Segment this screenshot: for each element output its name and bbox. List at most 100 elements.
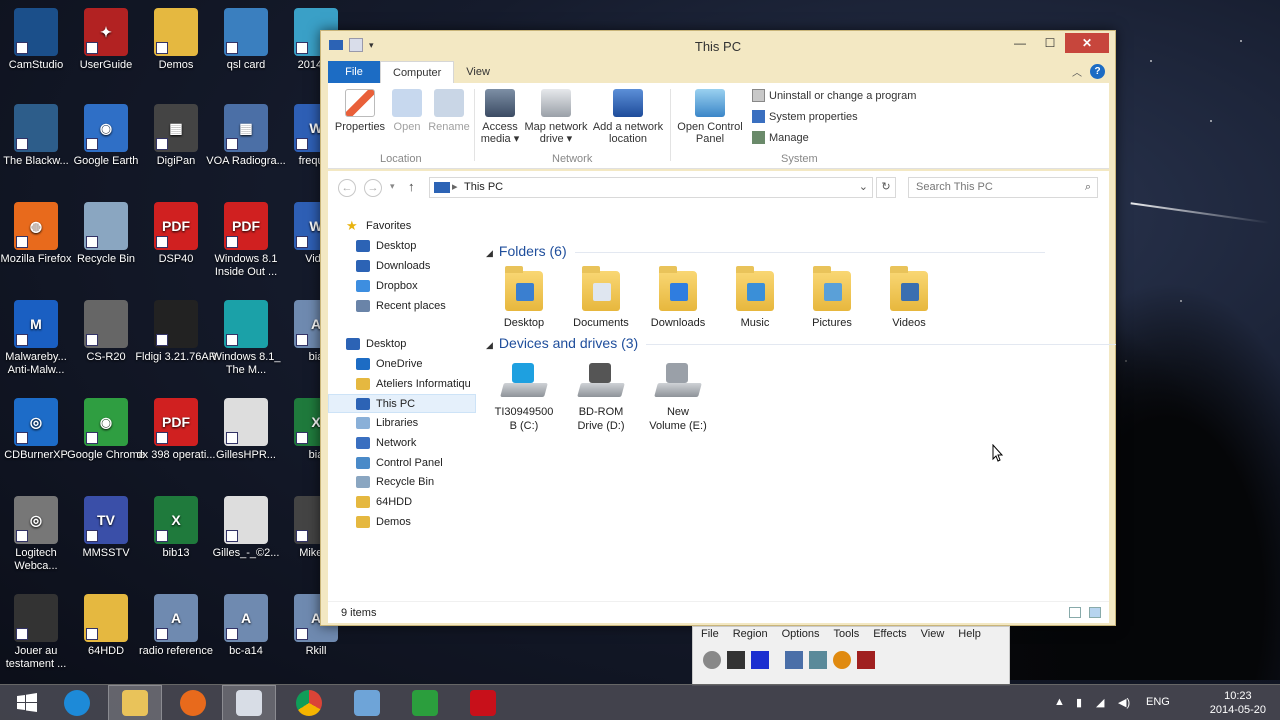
explorer-window[interactable]: ▾ This PC — ☐ ✕ File Computer View ︿ ? P… [320,30,1118,626]
ribbon-collapse-icon[interactable]: ︿ [1072,64,1082,79]
menu-item-region[interactable]: Region [733,627,768,641]
uninstall-program-button[interactable]: Uninstall or change a program [752,89,916,102]
drive-item[interactable]: TI30949500 B (C:) [488,363,560,433]
folder-icon [356,377,370,390]
folder-icon [356,280,370,293]
folder-videos[interactable]: Videos [873,266,945,330]
large-icons-view-icon[interactable] [1089,607,1101,618]
nav-item-libraries[interactable]: Libraries [356,414,476,433]
volume-icon[interactable]: ◀) [1118,696,1130,709]
section-devices-label: Devices and drives (3) [498,335,639,351]
taskbar-paint[interactable] [340,685,394,720]
app-icon [14,594,58,642]
system-properties-button[interactable]: System properties [752,110,858,123]
nav-item-64hdd[interactable]: 64HDD [356,493,476,512]
nav-item-dropbox[interactable]: Dropbox [356,277,476,296]
taskbar-firefox[interactable] [166,685,220,720]
clock[interactable]: 10:23 2014-05-20 [1210,689,1266,717]
menu-item-view[interactable]: View [921,627,945,641]
folder-documents[interactable]: Documents [565,266,637,330]
pc-icon [434,182,450,193]
power-icon[interactable]: ▮ [1076,696,1082,709]
search-input[interactable]: Search This PC ⌕ [908,177,1098,198]
map-network-drive-button[interactable]: Map network drive ▾ [522,89,590,145]
help-icon[interactable]: ? [1090,64,1105,79]
folder-icon [505,266,543,311]
record-icon[interactable] [703,651,721,669]
nav-item-network[interactable]: Network [356,434,476,453]
start-button[interactable] [0,685,54,720]
access-media-button[interactable]: Access media ▾ [478,89,522,145]
item-count: 9 items [341,607,377,619]
rename-button[interactable]: Rename [426,89,472,133]
back-button[interactable]: ← [338,179,356,197]
tools-icon[interactable] [857,651,875,669]
details-view-icon[interactable] [1069,607,1081,618]
nav-item-downloads[interactable]: Downloads [356,257,476,276]
taskbar-store[interactable] [398,685,452,720]
nav-item-desktop[interactable]: Desktop [356,237,476,256]
taskbar-chrome[interactable] [282,685,336,720]
tab-view[interactable]: View [454,61,502,83]
navigation-bar: ← → ▾ ↑ ▸ This PC ⌄ ↻ Search This PC ⌕ [328,171,1109,205]
maximize-button[interactable]: ☐ [1035,33,1065,53]
nav-item-onedrive[interactable]: OneDrive [356,355,476,374]
folder-pictures[interactable]: Pictures [796,266,868,330]
background-app-window[interactable]: File Region Options Tools Effects View Help [692,626,1010,686]
add-network-location-button[interactable]: Add a network location [590,89,666,145]
drive-item[interactable]: New Volume (E:) [642,363,714,433]
taskbar-file-explorer[interactable] [108,685,162,720]
address-bar[interactable]: ▸ This PC ⌄ [429,177,873,198]
folder-desktop[interactable]: Desktop [488,266,560,330]
manage-button[interactable]: Manage [752,131,809,144]
search-placeholder: Search This PC [916,181,993,193]
up-button[interactable]: ↑ [408,179,415,194]
nav-favorites[interactable]: ★ Favorites [346,217,476,236]
taskbar-netflix[interactable] [456,685,510,720]
chevron-right-icon[interactable]: ▸ [452,178,458,197]
title-bar[interactable]: ▾ This PC — ☐ ✕ [321,31,1115,61]
folder-music[interactable]: Music [719,266,791,330]
open-control-panel-button[interactable]: Open Control Panel [674,89,746,145]
section-devices[interactable]: ◢ Devices and drives (3) [486,335,1118,351]
recent-locations-icon[interactable]: ▾ [390,181,395,192]
nav-item-this-pc[interactable]: This PC [328,394,476,414]
star [1240,40,1242,42]
properties-button[interactable]: Properties [332,89,388,133]
folder-downloads[interactable]: Downloads [642,266,714,330]
taskbar-internet-explorer[interactable] [50,685,104,720]
minimize-button[interactable]: — [1005,33,1035,53]
stop-icon[interactable] [751,651,769,669]
tab-computer[interactable]: Computer [380,61,455,83]
collapse-triangle-icon[interactable]: ◢ [486,248,493,258]
annotate-icon[interactable] [809,651,827,669]
network-signal-icon[interactable]: ◢ [1096,696,1104,709]
pause-icon[interactable] [727,651,745,669]
language-indicator[interactable]: ENG [1146,696,1170,708]
chevron-down-icon[interactable]: ⌄ [859,178,868,197]
app-icon: ✦ [84,8,128,56]
menu-item-help[interactable]: Help [958,627,981,641]
drive-item[interactable]: BD-ROM Drive (D:) [565,363,637,433]
menu-item-effects[interactable]: Effects [873,627,906,641]
nav-item-control-panel[interactable]: Control Panel [356,454,476,473]
tab-file[interactable]: File [328,61,380,83]
section-folders[interactable]: ◢ Folders (6) [486,243,1042,259]
effects-icon[interactable] [833,651,851,669]
menu-item-tools[interactable]: Tools [834,627,860,641]
taskbar-camstudio[interactable] [222,685,276,720]
nav-item-recent-places[interactable]: Recent places [356,297,476,316]
refresh-button[interactable]: ↻ [876,177,896,198]
close-button[interactable]: ✕ [1065,33,1109,53]
show-hidden-icons-icon[interactable]: ▲ [1054,696,1065,708]
forward-button[interactable]: → [364,179,382,197]
open-button[interactable]: Open [388,89,426,133]
nav-item-recycle-bin[interactable]: Recycle Bin [356,473,476,492]
menu-item-options[interactable]: Options [782,627,820,641]
nav-desktop-root[interactable]: Desktop [346,335,476,354]
nav-item-ateliers-informatiqu[interactable]: Ateliers Informatiqu [356,375,476,394]
menu-item-file[interactable]: File [701,627,719,641]
region-icon[interactable] [785,651,803,669]
collapse-triangle-icon[interactable]: ◢ [486,340,493,350]
nav-item-demos[interactable]: Demos [356,513,476,532]
